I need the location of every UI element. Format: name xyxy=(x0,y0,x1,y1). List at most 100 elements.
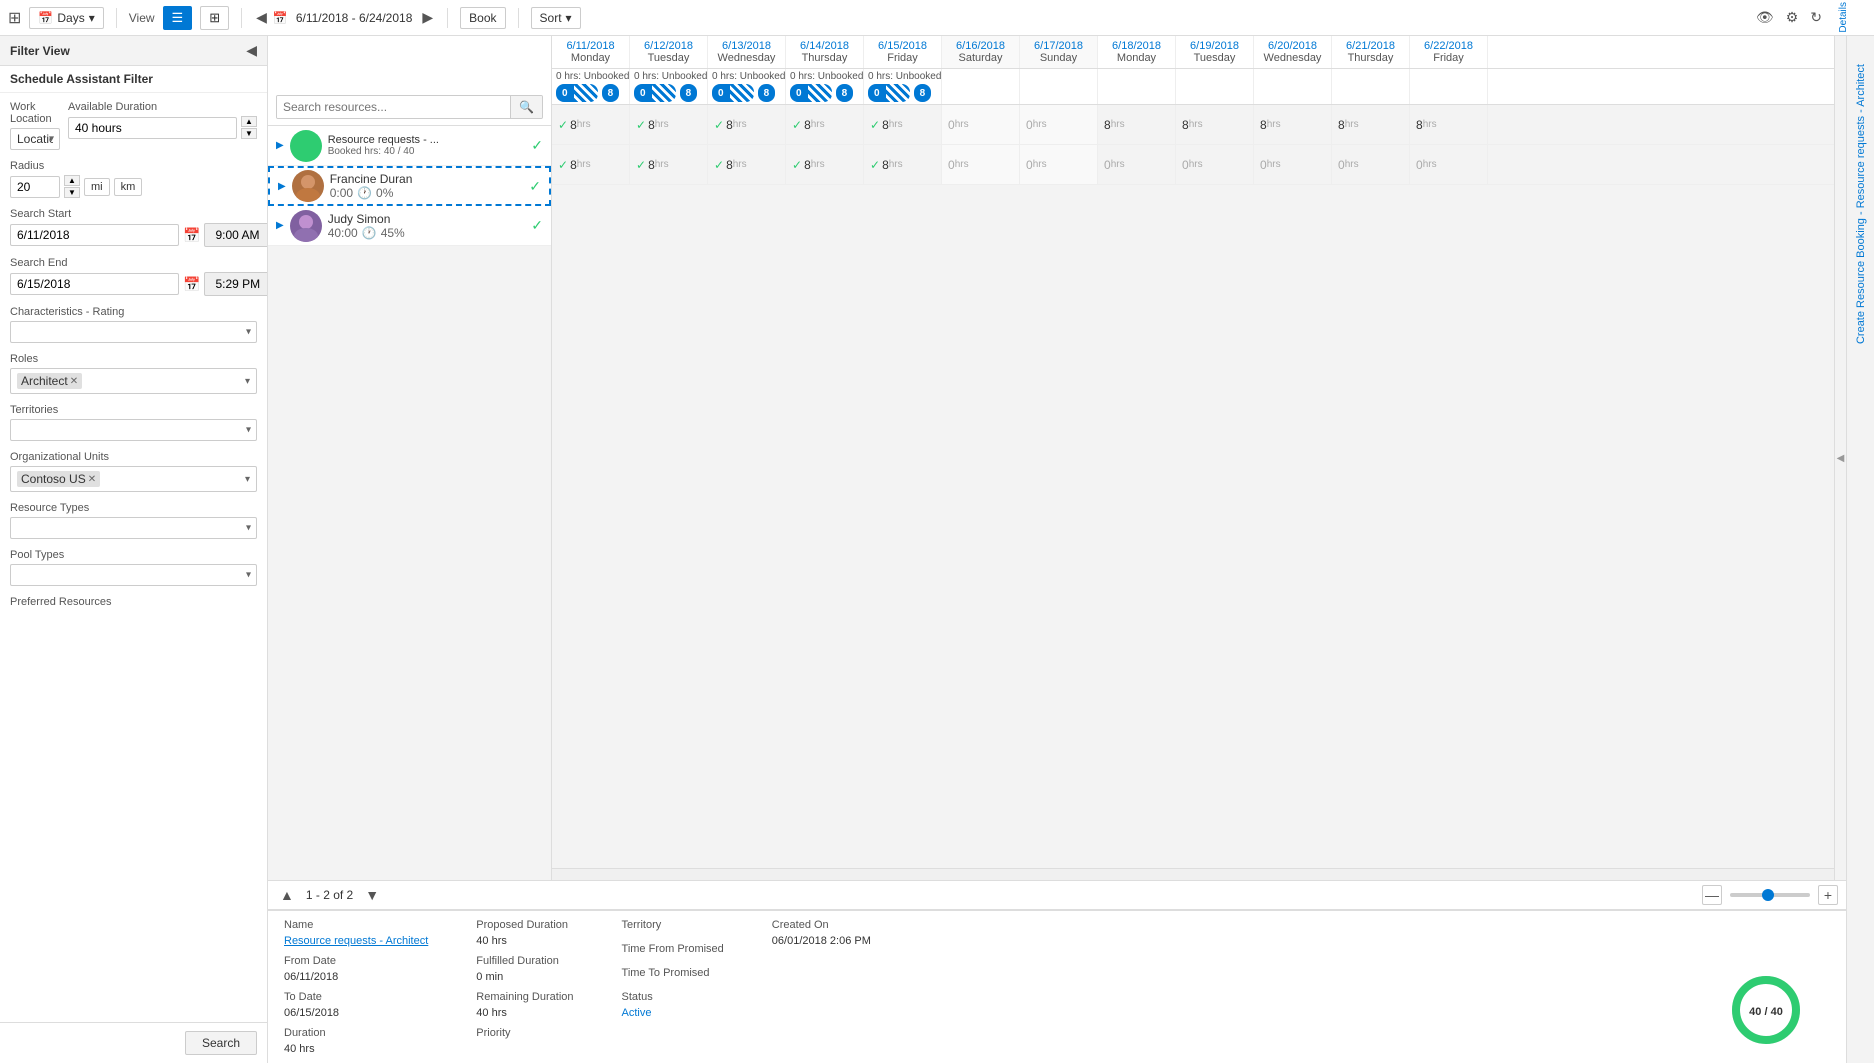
status-cell-8 xyxy=(1176,69,1254,104)
grid-icon: ⊞ xyxy=(8,8,21,28)
search-start-time-select[interactable]: 9:00 AM xyxy=(204,223,267,247)
sort-button[interactable]: Sort ▾ xyxy=(531,7,581,29)
book-button[interactable]: Book xyxy=(460,7,505,29)
grid-view-button[interactable]: ⊞ xyxy=(200,6,229,30)
roles-tag-input[interactable]: Architect ✕ ▾ xyxy=(10,368,257,394)
org-units-dropdown-arrow[interactable]: ▾ xyxy=(245,474,250,485)
roles-dropdown-arrow[interactable]: ▾ xyxy=(245,376,250,387)
search-start-calendar-icon[interactable]: 📅 xyxy=(183,227,200,244)
search-start-date-row: 📅 9:00 AM ▾ xyxy=(10,223,257,247)
work-location-select[interactable]: Location Agnostic xyxy=(10,128,60,150)
prev-date-button[interactable]: ◀ xyxy=(254,7,269,28)
eye-icon[interactable]: 👁 xyxy=(1756,9,1774,26)
architect-tag-remove[interactable]: ✕ xyxy=(70,376,78,387)
pagination-next-button[interactable]: ▼ xyxy=(361,885,383,905)
francine-grid-row: ✓8hrs✓8hrs✓8hrs✓8hrs✓8hrs0hrs0hrs8hrs8hr… xyxy=(552,105,1834,145)
donut-label: 40 / 40 xyxy=(1749,1006,1783,1018)
resource-requests-name: Resource requests - ... xyxy=(328,134,526,146)
status-cell-3: 0 hrs: Unbooked 0 8 xyxy=(786,69,864,104)
created-section: Created On 06/01/2018 2:06 PM xyxy=(772,919,871,947)
col-day: Wednesday xyxy=(714,52,779,64)
to-date-value: 06/15/2018 xyxy=(284,1007,428,1019)
pool-types-field: Pool Types xyxy=(10,549,257,586)
available-duration-input[interactable] xyxy=(68,117,237,139)
col-header-6/19/2018: 6/19/2018 Tuesday xyxy=(1176,36,1254,68)
search-start-date-input[interactable] xyxy=(10,224,179,246)
col-date: 6/17/2018 xyxy=(1026,40,1091,52)
characteristics-select[interactable] xyxy=(10,321,257,343)
list-view-button[interactable]: ☰ xyxy=(163,6,193,30)
col-day: Thursday xyxy=(1338,52,1403,64)
col-date: 6/15/2018 xyxy=(870,40,935,52)
contoso-tag-remove[interactable]: ✕ xyxy=(88,474,96,485)
name-label: Name xyxy=(284,919,428,931)
search-button[interactable]: Search xyxy=(185,1031,257,1055)
judy-cell-5: 0hrs xyxy=(942,145,1020,184)
radius-km-button[interactable]: km xyxy=(114,178,143,196)
zoom-out-button[interactable]: — xyxy=(1702,885,1722,905)
francine-sub: 0:00 🕐 0% xyxy=(330,186,524,200)
resource-list-header: 🔍 xyxy=(268,36,551,126)
details-label[interactable]: Details xyxy=(1838,2,1866,33)
col-header-6/20/2018: 6/20/2018 Wednesday xyxy=(1254,36,1332,68)
resource-search: 🔍 xyxy=(276,95,543,119)
pagination-prev-button[interactable]: ▲ xyxy=(276,885,298,905)
search-end-date-input[interactable] xyxy=(10,273,179,295)
duration-up-arrow[interactable]: ▲ xyxy=(241,116,257,127)
architect-tag: Architect ✕ xyxy=(17,373,82,389)
judy-expand-icon: ▶ xyxy=(276,220,284,231)
name-section: Name Resource requests - Architect From … xyxy=(284,919,428,1055)
to-date-label: To Date xyxy=(284,991,428,1003)
judy-cell-0: ✓8hrs xyxy=(552,145,630,184)
search-end-time-select[interactable]: 5:29 PM xyxy=(204,272,267,296)
refresh-icon[interactable]: ↻ xyxy=(1810,9,1822,26)
radius-mi-button[interactable]: mi xyxy=(84,178,110,196)
zoom-thumb[interactable] xyxy=(1762,889,1774,901)
resource-search-input[interactable] xyxy=(277,96,510,118)
judy-grid-row: ✓8hrs✓8hrs✓8hrs✓8hrs✓8hrs0hrs0hrs0hrs0hr… xyxy=(552,145,1834,185)
resource-types-select[interactable] xyxy=(10,517,257,539)
col-header-6/18/2018: 6/18/2018 Monday xyxy=(1098,36,1176,68)
pool-types-select[interactable] xyxy=(10,564,257,586)
francine-cell-4: ✓8hrs xyxy=(864,105,942,144)
col-date: 6/14/2018 xyxy=(792,40,857,52)
francine-cell-10: 8hrs xyxy=(1332,105,1410,144)
francine-duran-row[interactable]: ▶ Francine Duran 0:00 🕐 0% xyxy=(268,166,551,206)
col-day: Friday xyxy=(1416,52,1481,64)
territories-select[interactable] xyxy=(10,419,257,441)
settings-icon[interactable]: ⚙ xyxy=(1786,9,1799,26)
filter-footer: Search xyxy=(0,1022,267,1063)
duration-down-arrow[interactable]: ▼ xyxy=(241,128,257,139)
judy-simon-row[interactable]: ▶ Judy Simon 40:00 🕐 45% xyxy=(268,206,551,246)
column-headers: 6/11/2018 Monday6/12/2018 Tuesday6/13/20… xyxy=(552,36,1488,68)
radius-up-arrow[interactable]: ▲ xyxy=(64,175,80,186)
status-value[interactable]: Active xyxy=(622,1007,724,1019)
radius-input[interactable] xyxy=(10,176,60,198)
org-units-tag-input[interactable]: Contoso US ✕ ▾ xyxy=(10,466,257,492)
proposed-section: Proposed Duration 40 hrs Fulfilled Durat… xyxy=(476,919,573,1043)
status-label: Status xyxy=(622,991,724,1003)
resource-search-button[interactable]: 🔍 xyxy=(510,96,542,118)
days-button[interactable]: 📅 Days ▾ xyxy=(29,7,103,29)
francine-cell-8: 8hrs xyxy=(1176,105,1254,144)
name-value[interactable]: Resource requests - Architect xyxy=(284,935,428,947)
judy-cell-6: 0hrs xyxy=(1020,145,1098,184)
right-collapse-handle[interactable]: ◀ xyxy=(1834,36,1846,880)
zoom-in-button[interactable]: + xyxy=(1818,885,1838,905)
preferred-resources-label: Preferred Resources xyxy=(10,596,257,608)
expand-icon[interactable]: ▶ xyxy=(276,140,284,151)
search-end-calendar-icon[interactable]: 📅 xyxy=(183,276,200,293)
time-to-promised-label: Time To Promised xyxy=(622,967,724,979)
resource-requests-row: ▶ Resource requests - ... Booked hrs: 40… xyxy=(268,126,551,166)
create-resource-booking-label[interactable]: Create Resource Booking - Resource reque… xyxy=(1855,64,1867,344)
radius-down-arrow[interactable]: ▼ xyxy=(64,187,80,198)
filter-collapse-button[interactable]: ◀ xyxy=(246,42,257,59)
horizontal-scrollbar[interactable] xyxy=(552,868,1834,880)
col-day: Monday xyxy=(558,52,623,64)
col-day: Saturday xyxy=(948,52,1013,64)
next-date-button[interactable]: ▶ xyxy=(420,7,435,28)
date-range-label: 6/11/2018 - 6/24/2018 xyxy=(296,11,413,25)
zoom-track xyxy=(1730,893,1810,897)
zoom-slider[interactable] xyxy=(1730,893,1810,897)
org-units-field: Organizational Units Contoso US ✕ ▾ xyxy=(10,451,257,492)
